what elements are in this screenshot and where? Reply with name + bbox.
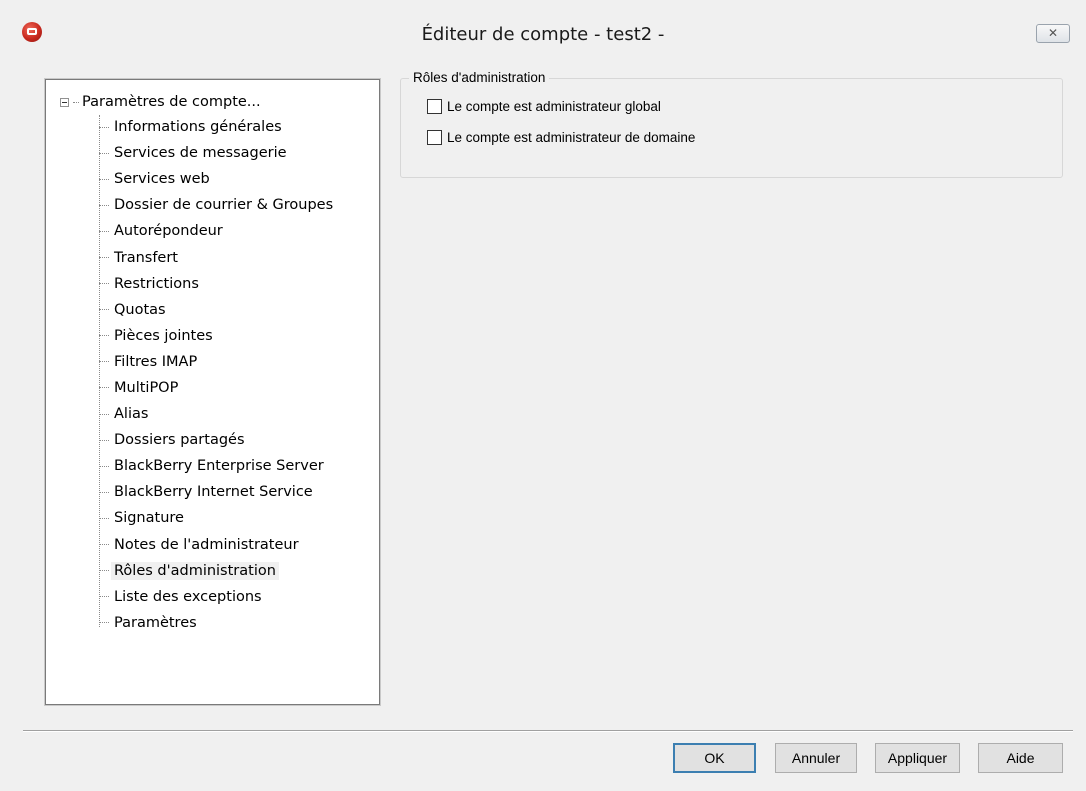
tree-item-label: Services de messagerie bbox=[114, 145, 287, 162]
tree-item[interactable]: BlackBerry Internet Service bbox=[99, 479, 336, 505]
tree-connector bbox=[73, 101, 79, 103]
help-button[interactable]: Aide bbox=[978, 743, 1063, 773]
tree-item[interactable]: Services web bbox=[99, 166, 336, 192]
tree-item[interactable]: Rôles d'administration bbox=[99, 558, 336, 584]
global-admin-label[interactable]: Le compte est administrateur global bbox=[447, 99, 661, 114]
tree-item-label: Paramètres bbox=[114, 614, 197, 631]
global-admin-option[interactable]: Le compte est administrateur global bbox=[427, 99, 661, 114]
tree-root-label: Paramètres de compte... bbox=[82, 94, 261, 110]
tree-item[interactable]: Dossiers partagés bbox=[99, 427, 336, 453]
domain-admin-label[interactable]: Le compte est administrateur de domaine bbox=[447, 130, 695, 145]
close-icon: ✕ bbox=[1047, 26, 1059, 40]
tree-items: Informations générales Services de messag… bbox=[99, 114, 336, 636]
tree-item-label: Pièces jointes bbox=[114, 327, 213, 344]
domain-admin-checkbox[interactable] bbox=[427, 130, 442, 145]
tree-connector bbox=[99, 178, 109, 180]
close-button[interactable]: ✕ bbox=[1036, 24, 1070, 43]
tree-connector bbox=[99, 257, 109, 259]
tree-connector bbox=[99, 570, 109, 572]
tree-item[interactable]: BlackBerry Enterprise Server bbox=[99, 453, 336, 479]
tree-item-label: Filtres IMAP bbox=[114, 353, 198, 370]
dialog-body: Paramètres de compte... Informations gén… bbox=[8, 64, 1086, 791]
tree-item[interactable]: Dossier de courrier & Groupes bbox=[99, 192, 336, 218]
tree-connector bbox=[99, 126, 109, 128]
tree-connector bbox=[99, 491, 109, 493]
tree-item[interactable]: Quotas bbox=[99, 297, 336, 323]
tree-item-label: BlackBerry Enterprise Server bbox=[114, 458, 324, 475]
window-title: Éditeur de compte - test2 - bbox=[421, 24, 665, 45]
tree-item[interactable]: Notes de l'administrateur bbox=[99, 532, 336, 558]
tree-connector bbox=[99, 413, 109, 415]
tree-item[interactable]: Pièces jointes bbox=[99, 323, 336, 349]
tree-item-label: Rôles d'administration bbox=[111, 561, 279, 580]
tree-connector bbox=[99, 517, 109, 519]
global-admin-checkbox[interactable] bbox=[427, 99, 442, 114]
tree-item-label: Informations générales bbox=[114, 119, 282, 136]
tree-connector bbox=[99, 309, 109, 311]
ok-button[interactable]: OK bbox=[673, 743, 756, 773]
collapse-icon[interactable] bbox=[60, 97, 69, 107]
tree-item[interactable]: Services de messagerie bbox=[99, 140, 336, 166]
tree-item-label: Alias bbox=[114, 406, 149, 423]
tree-connector bbox=[99, 596, 109, 598]
tree-connector bbox=[99, 622, 109, 624]
tree-item-label: Dossier de courrier & Groupes bbox=[114, 197, 334, 214]
tree-item-label: Autorépondeur bbox=[114, 223, 223, 240]
tree-item-label: Restrictions bbox=[114, 275, 199, 292]
tree-item-label: Dossiers partagés bbox=[114, 432, 245, 449]
tree-root-node[interactable]: Paramètres de compte... bbox=[60, 91, 261, 113]
tree-item[interactable]: Filtres IMAP bbox=[99, 349, 336, 375]
tree-item-label: Notes de l'administrateur bbox=[114, 536, 299, 553]
tree-item[interactable]: Transfert bbox=[99, 244, 336, 270]
tree-connector bbox=[99, 335, 109, 337]
tree-connector bbox=[99, 204, 109, 206]
tree-item[interactable]: Signature bbox=[99, 505, 336, 531]
tree-item-label: Transfert bbox=[114, 249, 178, 266]
tree-connector bbox=[99, 230, 109, 232]
tree-item-label: Services web bbox=[114, 171, 210, 188]
tree-item[interactable]: Autorépondeur bbox=[99, 218, 336, 244]
tree-item[interactable]: MultiPOP bbox=[99, 375, 336, 401]
footer-separator bbox=[23, 730, 1073, 732]
tree-connector bbox=[99, 465, 109, 467]
cancel-button[interactable]: Annuler bbox=[775, 743, 857, 773]
tree-item[interactable]: Informations générales bbox=[99, 114, 336, 140]
tree-item-label: Quotas bbox=[114, 301, 166, 318]
title-bar: Éditeur de compte - test2 - ✕ bbox=[0, 0, 1086, 64]
apply-button[interactable]: Appliquer bbox=[875, 743, 960, 773]
tree-item[interactable]: Alias bbox=[99, 401, 336, 427]
group-title: Rôles d'administration bbox=[409, 70, 550, 85]
tree-connector bbox=[99, 283, 109, 285]
tree-item-label: BlackBerry Internet Service bbox=[114, 484, 313, 501]
tree-connector bbox=[99, 544, 109, 546]
tree-item-label: MultiPOP bbox=[114, 379, 179, 396]
tree-item[interactable]: Liste des exceptions bbox=[99, 584, 336, 610]
settings-tree[interactable]: Paramètres de compte... Informations gén… bbox=[44, 78, 381, 706]
tree-item-label: Liste des exceptions bbox=[114, 588, 262, 605]
tree-item[interactable]: Paramètres bbox=[99, 610, 336, 636]
account-editor-window: Éditeur de compte - test2 - ✕ Paramètres… bbox=[0, 0, 1086, 791]
tree-connector bbox=[99, 387, 109, 389]
domain-admin-option[interactable]: Le compte est administrateur de domaine bbox=[427, 130, 695, 145]
tree-connector bbox=[99, 152, 109, 154]
tree-item-label: Signature bbox=[114, 510, 184, 527]
tree-connector bbox=[99, 361, 109, 363]
tree-connector bbox=[99, 439, 109, 441]
admin-roles-group: Rôles d'administration Le compte est adm… bbox=[400, 70, 1063, 178]
tree-item[interactable]: Restrictions bbox=[99, 271, 336, 297]
